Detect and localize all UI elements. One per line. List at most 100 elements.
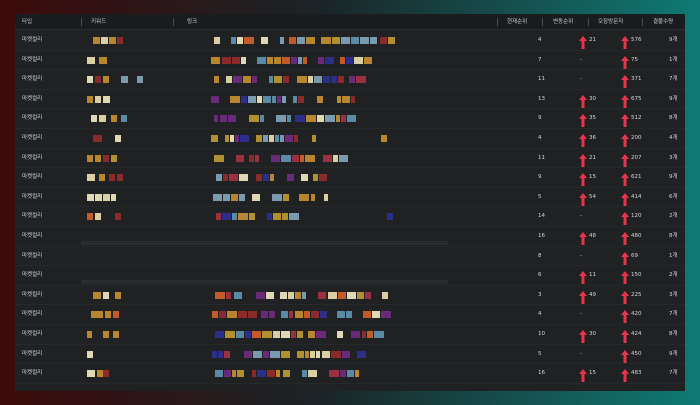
row-quantity: 9개 (669, 37, 678, 43)
arrow-up-icon (621, 210, 629, 226)
row-link-redacted[interactable] (173, 305, 493, 324)
row-link-redacted[interactable] (173, 364, 493, 383)
redacted-block (233, 76, 242, 84)
table-row[interactable]: 마켓컬리 11 - 371 7개 (15, 70, 685, 90)
redacted-block (212, 350, 217, 358)
table-row[interactable]: 마켓컬리 4 21 576 9개 (15, 31, 685, 51)
redacted-block (211, 56, 220, 64)
redacted-block (227, 311, 237, 319)
row-type: 마켓컬리 (22, 370, 43, 377)
col-rank-change[interactable]: 변동순위 (553, 14, 573, 30)
table-row[interactable]: 마켓컬리 9 35 512 8개 (15, 109, 685, 129)
row-keyword-redacted (81, 207, 171, 226)
redacted-block (281, 154, 291, 162)
row-link-redacted[interactable] (173, 188, 493, 207)
row-link-redacted[interactable] (173, 247, 493, 266)
redacted-block (244, 37, 254, 44)
redacted-block (220, 115, 227, 123)
table-row[interactable]: 마켓컬리 4 - 420 7개 (15, 305, 685, 325)
table-row[interactable]: 마켓컬리 16 15 483 7개 (15, 364, 685, 384)
redacted-block (305, 154, 315, 162)
redacted-block (287, 115, 291, 123)
column-divider[interactable] (173, 18, 174, 26)
table-row[interactable]: 마켓컬리 11 21 207 3개 (15, 149, 685, 169)
arrow-up-icon (621, 73, 629, 89)
col-visitors[interactable]: 오잠방문자 (598, 14, 623, 30)
row-rank-change: - (580, 252, 582, 259)
row-link-redacted[interactable] (173, 51, 493, 70)
redacted-block (211, 95, 219, 103)
row-current-rank: 3 (538, 291, 542, 298)
redacted-block (312, 135, 316, 142)
redacted-block (357, 350, 366, 358)
row-keyword-redacted (81, 31, 171, 50)
row-link-redacted[interactable] (173, 31, 493, 50)
row-current-rank: 5 (538, 350, 542, 357)
row-link-redacted[interactable] (173, 149, 493, 168)
col-link[interactable]: 링크 (187, 14, 197, 30)
row-rank-change: 30 (589, 95, 596, 102)
redacted-block (117, 37, 123, 44)
redacted-block (316, 350, 320, 358)
table-row[interactable]: 마켓컬리 8 - 69 1개 (15, 247, 685, 267)
redacted-block (231, 193, 238, 201)
row-type: 마켓컬리 (22, 213, 43, 220)
table-row[interactable]: 마켓컬리 10 30 424 8개 (15, 325, 685, 345)
row-link-redacted[interactable] (173, 129, 493, 148)
arrow-up-icon (579, 112, 587, 128)
row-quantity: 6개 (669, 193, 678, 200)
arrow-up-icon (579, 93, 587, 108)
redacted-block (308, 76, 313, 84)
redacted-block (313, 174, 318, 182)
redacted-block (318, 56, 324, 64)
row-link-redacted[interactable] (173, 207, 493, 226)
redacted-block (237, 370, 244, 378)
column-divider[interactable] (497, 18, 498, 26)
row-current-rank: 11 (538, 154, 545, 161)
column-divider[interactable] (588, 18, 589, 26)
table-row[interactable]: 마켓컬리 5 - 450 9개 (15, 345, 685, 365)
redacted-block (257, 370, 266, 378)
table-row[interactable]: 마켓컬리 7 - 75 1개 (15, 51, 685, 71)
row-link-redacted[interactable] (173, 325, 493, 344)
redacted-block (317, 95, 323, 103)
table-row[interactable]: 마켓컬리 13 30 675 9개 (15, 90, 685, 110)
col-type[interactable]: 타입 (22, 14, 32, 30)
row-rank-change: 54 (589, 193, 596, 200)
column-divider[interactable] (81, 18, 82, 26)
row-link-redacted[interactable] (173, 345, 493, 364)
row-link-redacted[interactable] (173, 109, 493, 128)
column-divider[interactable] (542, 18, 543, 26)
table-row[interactable]: 마켓컬리 9 15 621 9개 (15, 168, 685, 188)
col-keyword[interactable]: 키워드 (91, 14, 106, 30)
redacted-block (347, 291, 356, 299)
redacted-block (234, 291, 242, 299)
redacted-block (93, 135, 102, 142)
redacted-block (281, 331, 290, 338)
col-quantity[interactable]: 결불수량 (653, 14, 673, 30)
redacted-block (311, 193, 315, 201)
redacted-block (263, 135, 268, 142)
row-type: 마켓컬리 (22, 76, 43, 83)
row-link-redacted[interactable] (173, 286, 493, 305)
row-current-rank: 13 (538, 95, 545, 102)
table-row[interactable]: 마켓컬리 3 49 225 3개 (15, 286, 685, 306)
row-link-redacted[interactable] (173, 90, 493, 109)
redacted-block (351, 331, 360, 338)
row-link-redacted[interactable] (173, 70, 493, 89)
redacted-block (262, 331, 272, 338)
row-link-redacted[interactable] (173, 168, 493, 187)
table-row[interactable]: 마켓컬리 14 - 120 2개 (15, 207, 685, 227)
redacted-block (297, 350, 304, 358)
redacted-block (269, 76, 273, 84)
redacted-block (103, 291, 109, 299)
redacted-block (91, 115, 97, 123)
table-row[interactable]: 마켓컬리 4 36 200 4개 (15, 129, 685, 149)
column-divider[interactable] (642, 18, 643, 26)
row-visitors: 576 (631, 37, 642, 43)
col-current-rank[interactable]: 현재순위 (507, 14, 527, 30)
arrow-up-icon (621, 93, 629, 108)
arrow-up-icon (621, 289, 629, 304)
table-row[interactable]: 마켓컬리 5 54 414 6개 (15, 188, 685, 208)
row-visitors: 414 (631, 193, 642, 200)
